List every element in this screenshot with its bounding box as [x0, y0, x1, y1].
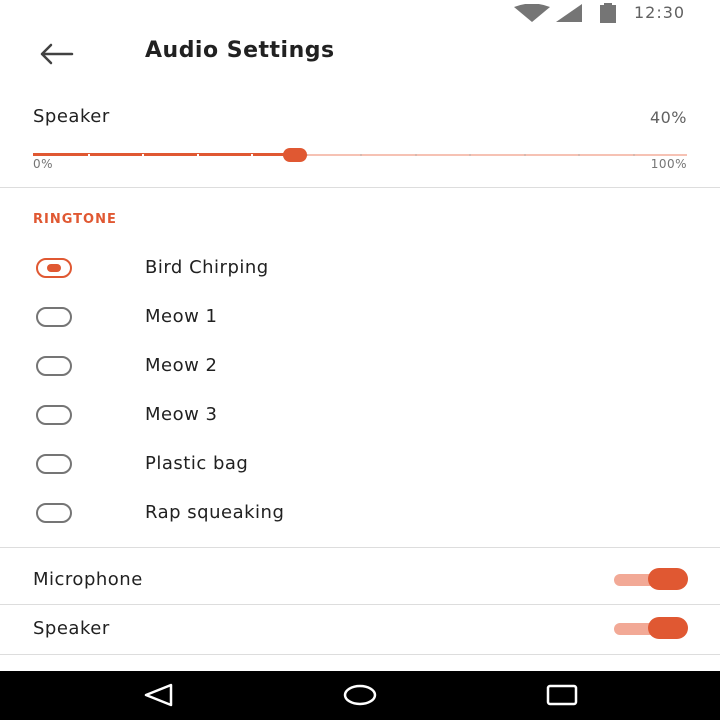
radio-button-icon[interactable]: [36, 405, 72, 425]
speaker-switch[interactable]: [614, 617, 688, 639]
slider-tick: [414, 154, 417, 156]
radio-button-icon[interactable]: [36, 454, 72, 474]
page-title: Audio Settings: [145, 38, 335, 63]
ringtone-option-label: Meow 3: [145, 404, 218, 425]
navigation-bar: [0, 671, 720, 720]
divider: [0, 547, 720, 548]
arrow-left-icon[interactable]: [38, 43, 74, 65]
back-triangle-icon[interactable]: [144, 683, 174, 711]
radio-checked-dot: [47, 264, 61, 272]
divider: [0, 654, 720, 655]
ringtone-option-meow-1[interactable]: Meow 1: [0, 293, 720, 342]
ringtone-option-label: Rap squeaking: [145, 502, 285, 523]
radio-button-icon[interactable]: [36, 258, 72, 278]
ringtone-option-label: Plastic bag: [145, 453, 249, 474]
cellular-signal-icon: [556, 4, 582, 26]
ringtone-option-label: Meow 1: [145, 306, 218, 327]
ringtone-option-label: Meow 2: [145, 355, 218, 376]
ringtone-option-bird-chirping[interactable]: Bird Chirping: [0, 244, 720, 293]
toggle-label: Microphone: [33, 569, 143, 590]
ringtone-option-rap-squeaking[interactable]: Rap squeaking: [0, 489, 720, 538]
switch-thumb: [648, 568, 688, 590]
slider-tick: [469, 154, 471, 156]
radio-button-icon[interactable]: [36, 356, 72, 376]
slider-tick: [87, 154, 90, 156]
recents-square-icon[interactable]: [546, 683, 578, 711]
slider-tick: [632, 154, 635, 156]
battery-icon: [598, 3, 618, 27]
ringtone-option-meow-3[interactable]: Meow 3: [0, 391, 720, 440]
speaker-volume-section: Speaker 40% 0% 100%: [0, 100, 720, 187]
slider-max-label: 100%: [650, 157, 687, 171]
slider-tick: [523, 154, 526, 156]
app-bar: Audio Settings: [0, 26, 720, 82]
toggle-row-speaker[interactable]: Speaker: [0, 605, 720, 653]
slider-tick: [142, 154, 144, 156]
slider-thumb[interactable]: [282, 148, 307, 162]
slider-tick: [578, 154, 580, 156]
speaker-volume-value: 40%: [649, 108, 687, 127]
microphone-switch[interactable]: [614, 568, 688, 590]
status-time: 12:30: [634, 3, 686, 22]
radio-button-icon[interactable]: [36, 307, 72, 327]
ringtone-option-meow-2[interactable]: Meow 2: [0, 342, 720, 391]
divider: [0, 187, 720, 188]
slider-tick: [196, 154, 199, 156]
toggle-label: Speaker: [33, 618, 110, 639]
slider-tick: [251, 154, 253, 156]
speaker-volume-slider[interactable]: [33, 148, 687, 162]
slider-track-fill: [33, 153, 295, 156]
wifi-icon: [514, 3, 550, 26]
switch-thumb: [648, 617, 688, 639]
ringtone-section-header: RINGTONE: [33, 212, 117, 227]
ringtone-option-label: Bird Chirping: [145, 257, 269, 278]
home-circle-icon[interactable]: [343, 683, 377, 711]
status-bar: 12:30: [0, 0, 720, 26]
toggle-row-microphone[interactable]: Microphone: [0, 556, 720, 604]
slider-min-label: 0%: [33, 157, 54, 171]
speaker-volume-label: Speaker: [33, 106, 110, 127]
ringtone-option-plastic-bag[interactable]: Plastic bag: [0, 440, 720, 489]
radio-button-icon[interactable]: [36, 503, 72, 523]
slider-tick: [360, 154, 362, 156]
